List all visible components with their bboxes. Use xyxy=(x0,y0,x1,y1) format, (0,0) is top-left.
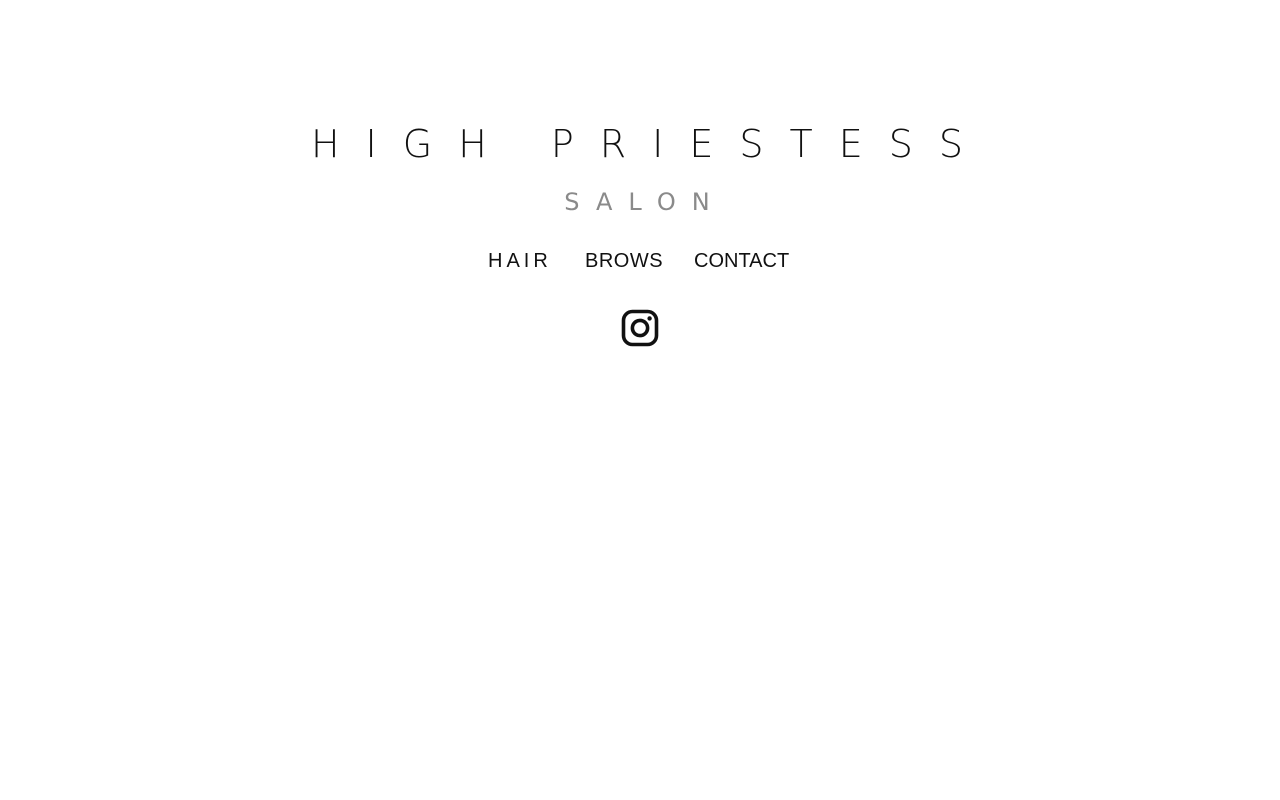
main-nav: HAIR BROWS CONTACT xyxy=(0,246,1280,276)
brand-title: HIGH PRIESTESS xyxy=(310,122,989,166)
instagram-icon xyxy=(621,309,659,347)
brand-subtitle: SALON xyxy=(564,188,726,216)
instagram-link[interactable] xyxy=(621,309,659,347)
nav-link-hair[interactable]: HAIR xyxy=(488,250,552,272)
page: HIGH PRIESTESS SALON HAIR BROWS CONTACT xyxy=(0,0,1280,800)
nav-link-brows[interactable]: BROWS xyxy=(585,250,663,272)
nav-link-contact[interactable]: CONTACT xyxy=(694,250,789,272)
